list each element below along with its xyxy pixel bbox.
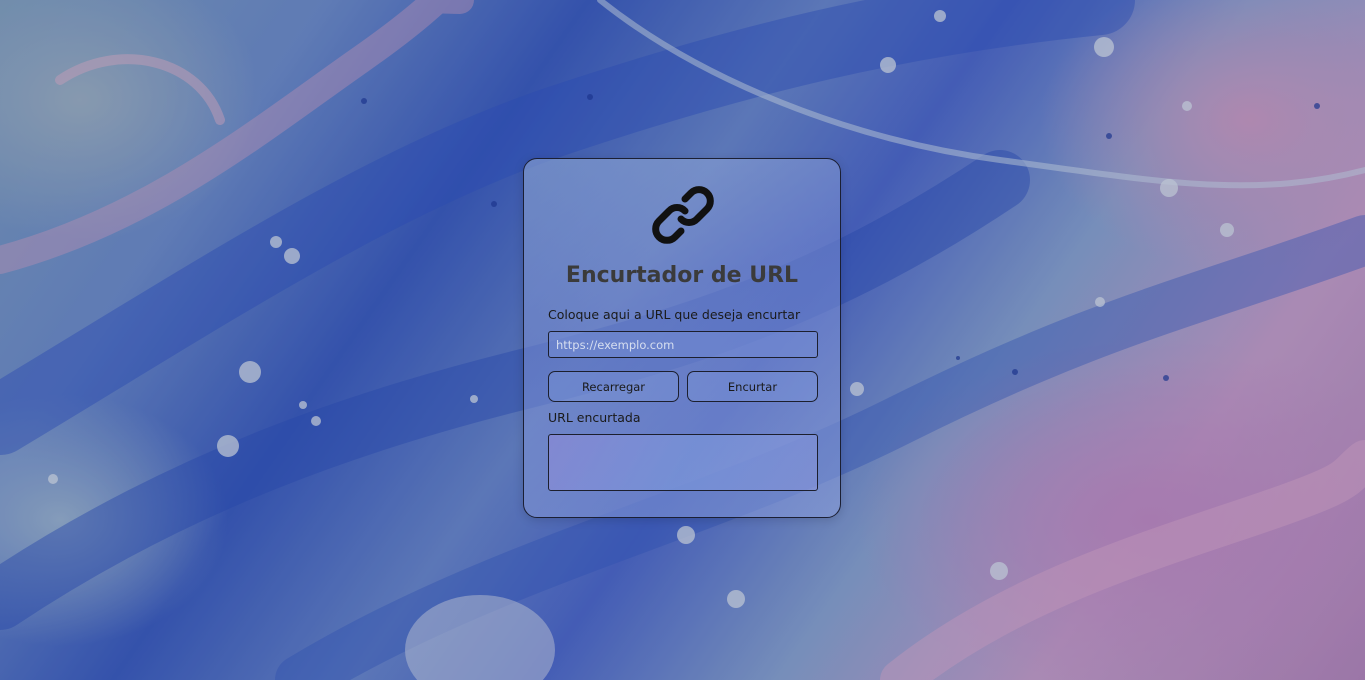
result-label: URL encurtada bbox=[548, 410, 641, 425]
link-icon bbox=[651, 183, 715, 247]
shortened-url-output[interactable] bbox=[548, 434, 818, 491]
url-input[interactable] bbox=[548, 331, 818, 358]
shorten-button[interactable]: Encurtar bbox=[687, 371, 818, 402]
reload-button[interactable]: Recarregar bbox=[548, 371, 679, 402]
page-title: Encurtador de URL bbox=[565, 263, 799, 288]
shortener-card: Encurtador de URL Coloque aqui a URL que… bbox=[523, 158, 841, 518]
url-input-label: Coloque aqui a URL que deseja encurtar bbox=[548, 307, 801, 322]
